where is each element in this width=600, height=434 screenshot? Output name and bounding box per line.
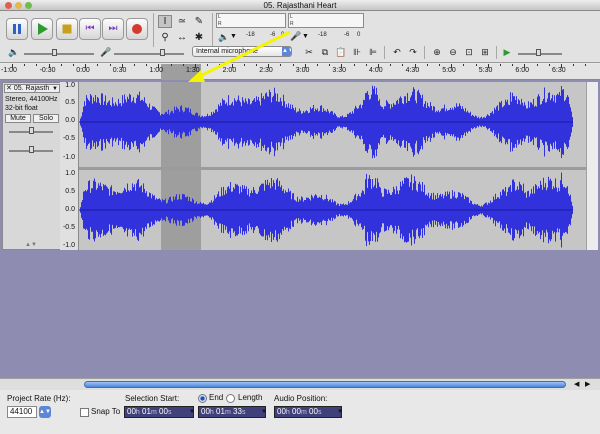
time-minutes: 00 <box>292 407 301 416</box>
length-label: Length <box>238 393 263 402</box>
horizontal-scroll-thumb[interactable] <box>84 381 566 388</box>
chevron-down-icon[interactable]: ▼ <box>189 409 195 415</box>
chevron-down-icon[interactable]: ▼ <box>261 409 267 415</box>
selection-toolbar: Project Rate (Hz): 44100 ▲▼ Snap To Sele… <box>0 390 600 434</box>
chevron-updown-icon[interactable]: ▲▼ <box>39 406 51 418</box>
audio-position-label: Audio Position: <box>274 394 328 403</box>
time-unit: m <box>150 409 157 416</box>
end-label: End <box>209 393 224 402</box>
snap-to-checkbox[interactable] <box>80 408 89 417</box>
time-hours: 00 <box>277 407 286 416</box>
time-unit: h <box>209 409 214 416</box>
scroll-right-icon[interactable]: ▶ <box>585 380 590 388</box>
time-seconds: 00 <box>159 407 168 416</box>
time-unit: h <box>285 409 290 416</box>
chevron-down-icon[interactable]: ▼ <box>337 409 343 415</box>
project-rate-label: Project Rate (Hz): <box>7 394 71 403</box>
time-minutes: 01 <box>142 407 151 416</box>
time-seconds: 33 <box>233 407 242 416</box>
time-seconds: 00 <box>309 407 318 416</box>
time-minutes: 01 <box>216 407 225 416</box>
length-radio[interactable] <box>226 394 235 403</box>
time-unit: m <box>300 409 307 416</box>
selection-end-time[interactable]: 00h 01m 33s <box>198 406 266 418</box>
arrow-head <box>188 70 205 82</box>
time-unit: s <box>317 409 322 416</box>
time-hours: 00 <box>201 407 210 416</box>
project-rate-input[interactable]: 44100 <box>7 406 37 418</box>
time-unit: m <box>224 409 231 416</box>
time-unit: s <box>241 409 246 416</box>
snap-to-label: Snap To <box>91 407 121 416</box>
scroll-left-icon[interactable]: ◀ <box>574 380 579 388</box>
arrow-shaft <box>195 30 291 80</box>
time-unit: s <box>167 409 172 416</box>
selection-start-time[interactable]: 00h 01m 00s <box>124 406 194 418</box>
horizontal-scrollbar[interactable]: ◀ ▶ <box>0 378 600 390</box>
end-radio[interactable] <box>198 394 207 403</box>
selection-start-label: Selection Start: <box>125 394 180 403</box>
audio-position-time[interactable]: 00h 00m 00s <box>274 406 342 418</box>
time-hours: 00 <box>127 407 136 416</box>
time-unit: h <box>135 409 140 416</box>
annotation-arrow <box>188 30 291 82</box>
